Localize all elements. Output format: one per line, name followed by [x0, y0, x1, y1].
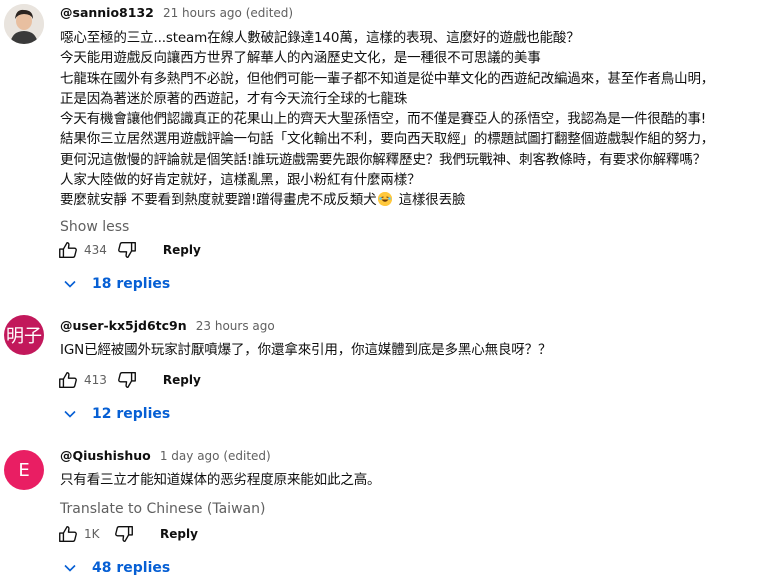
like-icon: [59, 525, 77, 543]
reply-button[interactable]: Reply: [163, 373, 201, 387]
reply-button[interactable]: Reply: [163, 243, 201, 257]
avatar-photo: [4, 4, 44, 44]
comment-text-segment: 這樣很丟臉: [394, 192, 466, 209]
comment-text-line: 今天能用遊戲反向讓西方世界了解華人的內涵歷史文化，是一種很不可思議的美事: [60, 50, 541, 67]
author-name[interactable]: @sannio8132: [60, 5, 154, 20]
like-button[interactable]: [56, 368, 80, 392]
reply-button[interactable]: Reply: [160, 527, 198, 541]
comment-timestamp[interactable]: 1 day ago (edited): [160, 449, 271, 463]
like-icon: [59, 371, 77, 389]
comment-text-line: 要麼就安靜 不要看到熱度就要蹭!蹭得畫虎不成反類犬 這樣很丟臉: [60, 190, 766, 210]
like-count: 434: [84, 243, 107, 257]
avatar-initials: E: [18, 459, 30, 481]
comment-text-line: IGN已經被國外玩家討厭噴爆了，你還拿來引用，你這媒體到底是多黑心無良呀？？: [60, 342, 552, 358]
comment-timestamp[interactable]: 21 hours ago (edited): [163, 6, 293, 20]
like-icon: [59, 241, 77, 259]
comment-text-line: 結果你三立居然選用遊戲評論一句話「文化輸出不利，要向西天取經」的標題試圖打翻整個…: [60, 131, 715, 148]
comment-text-segment: 要麼就安靜 不要看到熱度就要蹭!蹭得畫虎不成反類犬: [60, 192, 377, 209]
dislike-icon: [115, 525, 133, 543]
view-replies-button[interactable]: 48 replies: [62, 556, 170, 580]
dislike-button[interactable]: [112, 522, 136, 546]
comment-timestamp[interactable]: 23 hours ago: [196, 319, 275, 333]
avatar[interactable]: [4, 4, 44, 44]
comment-text: IGN已經被國外玩家討厭噴爆了，你還拿來引用，你這媒體到底是多黑心無良呀？？: [60, 340, 766, 360]
comment-text-line: 更何況這傲慢的評論就是個笑話!誰玩遊戲需要先跟你解釋歷史？我們玩戰神、刺客教條時…: [60, 151, 707, 168]
avatar[interactable]: E: [4, 450, 44, 490]
avatar-initials: 明子: [6, 326, 42, 347]
comment-text-line: 今天有機會讓他們認識真正的花果山上的齊天大聖孫悟空，而不僅是賽亞人的孫悟空，我認…: [60, 111, 707, 128]
dislike-button[interactable]: [115, 238, 139, 262]
comment-actions: 1K Reply: [56, 522, 198, 546]
chevron-down-icon: [64, 410, 76, 418]
comment-text-line: 七龍珠在國外有多熱門不必說，但他們可能一輩子都不知道是從中華文化的西遊紀改編過來…: [60, 70, 715, 87]
like-button[interactable]: [56, 238, 80, 262]
like-count: 1K: [84, 527, 100, 541]
comment-text-line: 噁心至極的三立...steam在線人數破記錄達140萬，這樣的表現、這麼好的遊戲…: [60, 30, 580, 46]
dislike-icon: [117, 241, 136, 259]
author-name[interactable]: @user-kx5jd6tc9n: [60, 318, 187, 333]
replies-count: 12 replies: [92, 406, 171, 422]
laughing-emoji-icon: [378, 192, 393, 207]
show-less-button[interactable]: Show less: [60, 217, 129, 237]
comment-header: @Qiushishuo 1 day ago (edited): [60, 445, 766, 465]
avatar[interactable]: 明子: [4, 315, 44, 355]
comment-actions: 413 Reply: [56, 368, 201, 392]
view-replies-button[interactable]: 12 replies: [62, 402, 170, 426]
chevron-down-icon: [64, 280, 76, 288]
comment-text-line: 人家大陸做的好肯定就好，這樣亂黑，跟小粉紅有什麼兩樣？: [60, 172, 421, 189]
like-button[interactable]: [56, 522, 80, 546]
comment-text-line: 只有看三立才能知道媒体的恶劣程度原来能如此之高。: [60, 472, 381, 488]
view-replies-button[interactable]: 18 replies: [62, 272, 170, 296]
replies-count: 48 replies: [92, 560, 171, 576]
comment-header: @sannio8132 21 hours ago (edited): [60, 2, 766, 22]
replies-count: 18 replies: [92, 276, 171, 292]
chevron-down-icon: [64, 564, 76, 572]
comment-text-line: 正是因為著迷於原著的西遊記，才有今天流行全球的七龍珠: [60, 90, 408, 107]
dislike-button[interactable]: [115, 368, 139, 392]
comment-actions: 434 Reply: [56, 238, 201, 262]
translate-button[interactable]: Translate to Chinese (Taiwan): [60, 499, 265, 519]
like-count: 413: [84, 373, 107, 387]
dislike-icon: [117, 371, 136, 389]
comment-text: 噁心至極的三立...steam在線人數破記錄達140萬，這樣的表現、這麼好的遊戲…: [60, 28, 766, 211]
comment-header: @user-kx5jd6tc9n 23 hours ago: [60, 315, 766, 335]
author-name[interactable]: @Qiushishuo: [60, 448, 151, 463]
comment-text: 只有看三立才能知道媒体的恶劣程度原来能如此之高。: [60, 470, 766, 490]
